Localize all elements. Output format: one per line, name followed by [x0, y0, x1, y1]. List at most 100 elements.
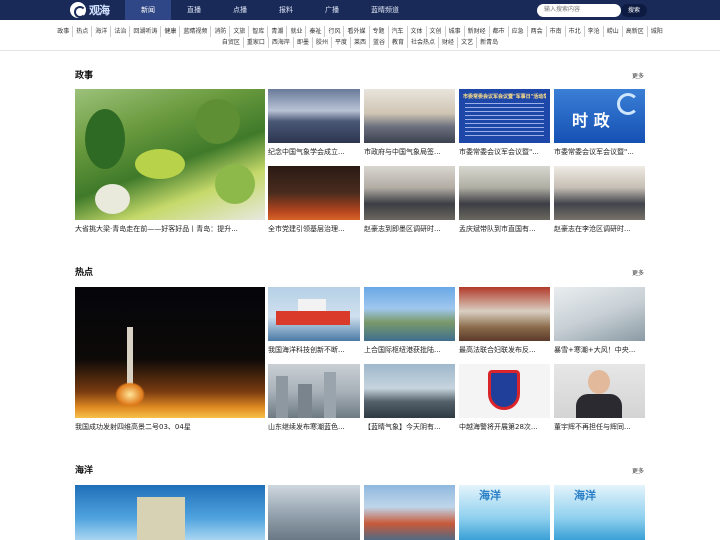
- news-thumb-cold-wave[interactable]: [268, 364, 360, 418]
- category-tag[interactable]: 政事: [54, 26, 72, 37]
- news-thumb-state-owned[interactable]: [459, 166, 550, 220]
- category-tag[interactable]: 蓝谷: [369, 37, 388, 48]
- category-tag[interactable]: 青潮: [267, 26, 286, 37]
- category-tag[interactable]: 新青岛: [476, 37, 501, 48]
- category-tag[interactable]: 重家口: [242, 37, 268, 48]
- news-caption[interactable]: 上合国际枢纽港获批陆...: [364, 345, 455, 355]
- section-title-politics[interactable]: 政事: [75, 68, 93, 81]
- category-tag[interactable]: 西海岸: [267, 37, 293, 48]
- category-tag[interactable]: 平度: [330, 37, 350, 48]
- category-tag[interactable]: 教育: [388, 37, 407, 48]
- news-thumb-meteorology-society[interactable]: [268, 89, 360, 143]
- category-tag[interactable]: 秦祉: [305, 26, 324, 37]
- category-tag[interactable]: 财经: [438, 37, 457, 48]
- category-tag[interactable]: 文艺: [457, 37, 476, 48]
- feature-image-vegetables[interactable]: [75, 89, 265, 220]
- news-thumb-aerial[interactable]: [268, 485, 360, 540]
- news-thumb-ocean-tech[interactable]: [268, 287, 360, 341]
- category-tag[interactable]: 智库: [248, 26, 267, 37]
- category-tag[interactable]: 专题: [368, 26, 388, 37]
- category-tag[interactable]: 市南: [545, 26, 565, 37]
- category-tag[interactable]: 城事: [444, 26, 464, 37]
- category-tag[interactable]: 热点: [72, 26, 91, 37]
- section-title-hot[interactable]: 热点: [75, 265, 93, 278]
- news-thumb-licang-survey[interactable]: [554, 166, 645, 220]
- more-link-politics[interactable]: 更多: [632, 71, 644, 80]
- category-tag[interactable]: 应急: [507, 26, 527, 37]
- category-tag[interactable]: 新财经: [463, 26, 489, 37]
- news-caption[interactable]: 山东继续发布寒潮蓝色...: [268, 422, 360, 432]
- category-tag[interactable]: 城阳: [646, 26, 666, 37]
- news-caption[interactable]: 全市党建引领基层治理...: [268, 224, 360, 234]
- news-thumb-harbor[interactable]: [364, 485, 455, 540]
- news-caption[interactable]: 中越海警将开展第28次...: [459, 422, 550, 432]
- building-shape: [298, 384, 312, 418]
- feature-caption-hot[interactable]: 我国成功发射四维高景二号03、04星: [75, 422, 265, 432]
- nav-item-lanjing-channel[interactable]: 蓝睛频道: [355, 0, 415, 20]
- section-title-ocean[interactable]: 海洋: [75, 463, 93, 476]
- category-tag[interactable]: 李沧: [583, 26, 603, 37]
- news-caption[interactable]: 我国海洋科技创新不断...: [268, 345, 360, 355]
- search-button[interactable]: 搜索: [621, 4, 647, 17]
- news-thumb-blizzard[interactable]: [554, 287, 645, 341]
- nav-item-report[interactable]: 报料: [263, 0, 309, 20]
- nav-item-live[interactable]: 直播: [171, 0, 217, 20]
- category-tag[interactable]: 崂山: [602, 26, 622, 37]
- news-thumb-jimo-survey[interactable]: [364, 166, 455, 220]
- category-tag[interactable]: 市北: [564, 26, 584, 37]
- category-tag[interactable]: 健康: [160, 26, 179, 37]
- news-caption[interactable]: 暴雪+寒潮+大风！中央...: [554, 345, 645, 355]
- category-tag[interactable]: 文旅: [229, 26, 248, 37]
- nav-item-radio[interactable]: 广播: [309, 0, 355, 20]
- category-tag[interactable]: 都市: [488, 26, 508, 37]
- more-link-hot[interactable]: 更多: [632, 268, 644, 277]
- news-caption[interactable]: 赵豪志在李沧区调研时...: [554, 224, 645, 234]
- category-tag[interactable]: 即墨: [292, 37, 312, 48]
- news-caption[interactable]: 孟庆斌带队到市直国有...: [459, 224, 550, 234]
- category-tag[interactable]: 汽车: [387, 26, 407, 37]
- news-thumb-military-meeting[interactable]: 市委常委会议军会议暨"军事日"活动举行: [459, 89, 550, 143]
- news-caption[interactable]: 赵豪志到即墨区调研时...: [364, 224, 455, 234]
- news-thumb-current-affairs[interactable]: 时 政: [554, 89, 645, 143]
- news-thumb-coast-guard[interactable]: [459, 364, 550, 418]
- category-tag[interactable]: 文体: [406, 26, 426, 37]
- category-tag[interactable]: 法治: [110, 26, 129, 37]
- feature-image-rocket-launch[interactable]: [75, 287, 265, 418]
- category-tag[interactable]: 自贸区: [219, 37, 243, 48]
- news-thumb-ocean-poster-2[interactable]: 海洋: [554, 485, 645, 540]
- category-tag[interactable]: 消防: [210, 26, 229, 37]
- news-caption[interactable]: 最高法联合妇联发布反...: [459, 345, 550, 355]
- news-caption[interactable]: 市政府与中国气象局签...: [364, 147, 455, 157]
- category-tag[interactable]: 两会: [526, 26, 546, 37]
- category-tag[interactable]: 就业: [286, 26, 305, 37]
- nav-item-news[interactable]: 新闻: [125, 0, 171, 20]
- news-thumb-ocean-poster[interactable]: 海洋: [459, 485, 550, 540]
- news-thumb-person[interactable]: [554, 364, 645, 418]
- nav-item-vod[interactable]: 点播: [217, 0, 263, 20]
- news-thumb-government-signing[interactable]: [364, 89, 455, 143]
- category-tag[interactable]: 回湖听涛: [129, 26, 160, 37]
- category-tag[interactable]: 莱西: [349, 37, 369, 48]
- news-thumb-weather[interactable]: [364, 364, 455, 418]
- news-caption[interactable]: 市委常委会议军会议暨"...: [459, 147, 550, 157]
- more-link-ocean[interactable]: 更多: [632, 466, 644, 475]
- news-thumb-supreme-court[interactable]: [459, 287, 550, 341]
- news-thumb-sco-hub[interactable]: [364, 287, 455, 341]
- search-input[interactable]: [537, 4, 621, 17]
- category-tag[interactable]: 行风: [324, 26, 343, 37]
- category-tag[interactable]: 文创: [425, 26, 445, 37]
- category-tag[interactable]: 看外媒: [343, 26, 368, 37]
- feature-image-ocean[interactable]: [75, 485, 265, 540]
- news-caption[interactable]: 市委常委会议军会议暨"...: [554, 147, 645, 157]
- category-tag[interactable]: 蓝睛视频: [179, 26, 210, 37]
- category-tag[interactable]: 高新区: [621, 26, 647, 37]
- news-caption[interactable]: 纪念中国气象学会成立...: [268, 147, 360, 157]
- news-thumb-party-building[interactable]: [268, 166, 360, 220]
- site-logo[interactable]: 观海: [70, 2, 120, 18]
- category-tag[interactable]: 社会热点: [407, 37, 438, 48]
- news-caption[interactable]: 【蓝睛气象】今天阴有...: [364, 422, 455, 432]
- category-tag[interactable]: 胶州: [311, 37, 331, 48]
- feature-caption-politics[interactable]: 大省挑大梁·青岛走在前——好客好品丨青岛：提升...: [75, 224, 265, 234]
- news-caption[interactable]: 董宇辉不再担任与辉同...: [554, 422, 645, 432]
- category-tag[interactable]: 海洋: [91, 26, 110, 37]
